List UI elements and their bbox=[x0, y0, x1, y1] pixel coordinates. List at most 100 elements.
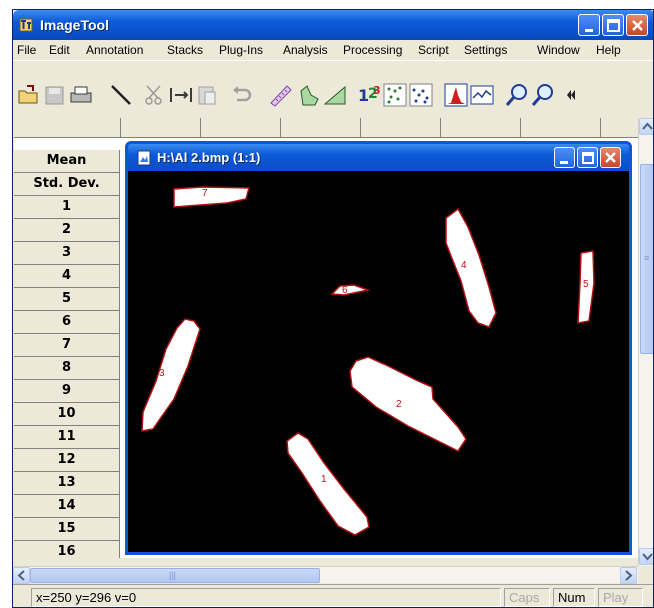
particle-label: 4 bbox=[461, 260, 467, 271]
column-header[interactable] bbox=[441, 118, 521, 138]
row-header[interactable]: 12 bbox=[14, 449, 120, 472]
menu-processing[interactable]: Processing bbox=[343, 43, 402, 57]
angle-icon[interactable] bbox=[323, 83, 347, 107]
row-header[interactable]: 16 bbox=[14, 541, 120, 558]
points-icon[interactable] bbox=[383, 83, 407, 107]
bitmap-file-icon bbox=[137, 150, 151, 166]
imagetool-logo-icon bbox=[19, 18, 33, 32]
scroll-left-button[interactable] bbox=[13, 567, 30, 584]
row-header[interactable]: 13 bbox=[14, 472, 120, 495]
image-maximize-button[interactable] bbox=[577, 147, 598, 168]
chevron-left-icon bbox=[17, 570, 25, 581]
imagetool-window: ImageTool File Edit Annotation Stacks Pl… bbox=[12, 9, 654, 608]
row-header[interactable]: 8 bbox=[14, 357, 120, 380]
image-window-title: H:\Al 2.bmp (1:1) bbox=[157, 150, 261, 165]
zoom-in-icon[interactable] bbox=[505, 83, 529, 107]
particle-label: 7 bbox=[202, 188, 208, 199]
particle-5[interactable]: 5 bbox=[577, 250, 595, 324]
image-canvas[interactable]: 7 6 4 5 3 2 1 bbox=[128, 171, 629, 552]
menu-script[interactable]: Script bbox=[418, 43, 449, 57]
svg-text:3: 3 bbox=[373, 84, 381, 97]
paste-icon[interactable] bbox=[195, 83, 219, 107]
vertical-scroll-thumb[interactable]: ≡ bbox=[640, 164, 653, 354]
vertical-scrollbar[interactable]: ≡ bbox=[638, 118, 653, 566]
count-icon[interactable]: 1 2 3 bbox=[357, 83, 381, 107]
particle-1[interactable]: 1 bbox=[286, 432, 370, 536]
particle-2[interactable]: 2 bbox=[349, 356, 467, 452]
num-indicator: Num bbox=[553, 588, 595, 607]
particle-label: 3 bbox=[159, 368, 165, 379]
scroll-right-button[interactable] bbox=[620, 567, 637, 584]
particle-4[interactable]: 4 bbox=[445, 207, 497, 328]
menu-stacks[interactable]: Stacks bbox=[167, 43, 203, 57]
line-tool-icon[interactable] bbox=[109, 83, 133, 107]
chevron-right-icon bbox=[625, 570, 633, 581]
column-header[interactable] bbox=[201, 118, 281, 138]
save-icon[interactable] bbox=[43, 83, 67, 107]
scroll-up-button[interactable] bbox=[639, 118, 653, 135]
row-header[interactable]: 7 bbox=[14, 334, 120, 357]
image-close-button[interactable] bbox=[600, 147, 621, 168]
image-minimize-button[interactable] bbox=[554, 147, 575, 168]
menu-file[interactable]: File bbox=[17, 43, 36, 57]
row-header-mean[interactable]: Mean bbox=[14, 150, 120, 173]
particle-7[interactable]: 7 bbox=[173, 186, 250, 208]
menu-settings[interactable]: Settings bbox=[464, 43, 507, 57]
maximize-button[interactable] bbox=[602, 14, 624, 36]
particle-label: 6 bbox=[342, 285, 348, 296]
copy-icon[interactable] bbox=[169, 83, 193, 107]
row-header[interactable]: 1 bbox=[14, 196, 120, 219]
scatter-icon[interactable] bbox=[409, 83, 433, 107]
horizontal-scrollbar[interactable]: ||| bbox=[13, 566, 638, 584]
scroll-down-button[interactable] bbox=[639, 548, 653, 565]
minimize-button[interactable] bbox=[578, 14, 600, 36]
print-icon[interactable] bbox=[69, 83, 93, 107]
chevron-down-icon bbox=[642, 553, 653, 561]
caps-indicator: Caps bbox=[504, 588, 550, 607]
column-header[interactable] bbox=[121, 118, 201, 138]
more-icon[interactable] bbox=[565, 83, 577, 107]
close-button[interactable] bbox=[626, 14, 648, 36]
title-bar[interactable]: ImageTool bbox=[13, 10, 653, 40]
cursor-coordinates: x=250 y=296 v=0 bbox=[31, 588, 501, 607]
row-header[interactable]: 15 bbox=[14, 518, 120, 541]
column-header[interactable] bbox=[361, 118, 441, 138]
row-header[interactable]: 9 bbox=[14, 380, 120, 403]
freehand-icon[interactable] bbox=[297, 83, 321, 107]
row-header[interactable]: 11 bbox=[14, 426, 120, 449]
zoom-out-icon[interactable] bbox=[531, 83, 555, 107]
row-header[interactable]: 14 bbox=[14, 495, 120, 518]
row-header[interactable]: 2 bbox=[14, 219, 120, 242]
play-indicator: Play bbox=[598, 588, 643, 607]
particle-label: 5 bbox=[583, 279, 589, 290]
menu-window[interactable]: Window bbox=[537, 43, 580, 57]
particle-3[interactable]: 3 bbox=[141, 318, 201, 432]
image-window: H:\Al 2.bmp (1:1) 7 6 4 5 3 2 1 bbox=[125, 141, 632, 555]
row-header[interactable]: 4 bbox=[14, 265, 120, 288]
particle-6[interactable]: 6 bbox=[330, 284, 371, 296]
column-header[interactable] bbox=[281, 118, 361, 138]
ruler-icon[interactable] bbox=[269, 83, 293, 107]
status-bar: x=250 y=296 v=0 Caps Num Play bbox=[13, 584, 653, 607]
menu-edit[interactable]: Edit bbox=[49, 43, 70, 57]
row-header-std-dev[interactable]: Std. Dev. bbox=[14, 173, 120, 196]
menu-plug-ins[interactable]: Plug-Ins bbox=[219, 43, 263, 57]
horizontal-scroll-thumb[interactable]: ||| bbox=[30, 568, 320, 583]
row-header[interactable]: 3 bbox=[14, 242, 120, 265]
column-header[interactable] bbox=[521, 118, 601, 138]
grid-corner bbox=[14, 118, 121, 138]
row-header[interactable]: 5 bbox=[14, 288, 120, 311]
app-title: ImageTool bbox=[40, 17, 109, 33]
row-header[interactable]: 6 bbox=[14, 311, 120, 334]
particle-label: 2 bbox=[396, 399, 402, 410]
image-window-title-bar[interactable]: H:\Al 2.bmp (1:1) bbox=[128, 144, 629, 171]
cut-icon[interactable] bbox=[143, 83, 167, 107]
menu-help[interactable]: Help bbox=[596, 43, 621, 57]
open-icon[interactable] bbox=[17, 83, 41, 107]
histogram-icon[interactable] bbox=[444, 83, 468, 107]
undo-icon[interactable] bbox=[229, 83, 253, 107]
profile-icon[interactable] bbox=[470, 83, 494, 107]
row-header[interactable]: 10 bbox=[14, 403, 120, 426]
menu-annotation[interactable]: Annotation bbox=[86, 43, 143, 57]
menu-analysis[interactable]: Analysis bbox=[283, 43, 328, 57]
